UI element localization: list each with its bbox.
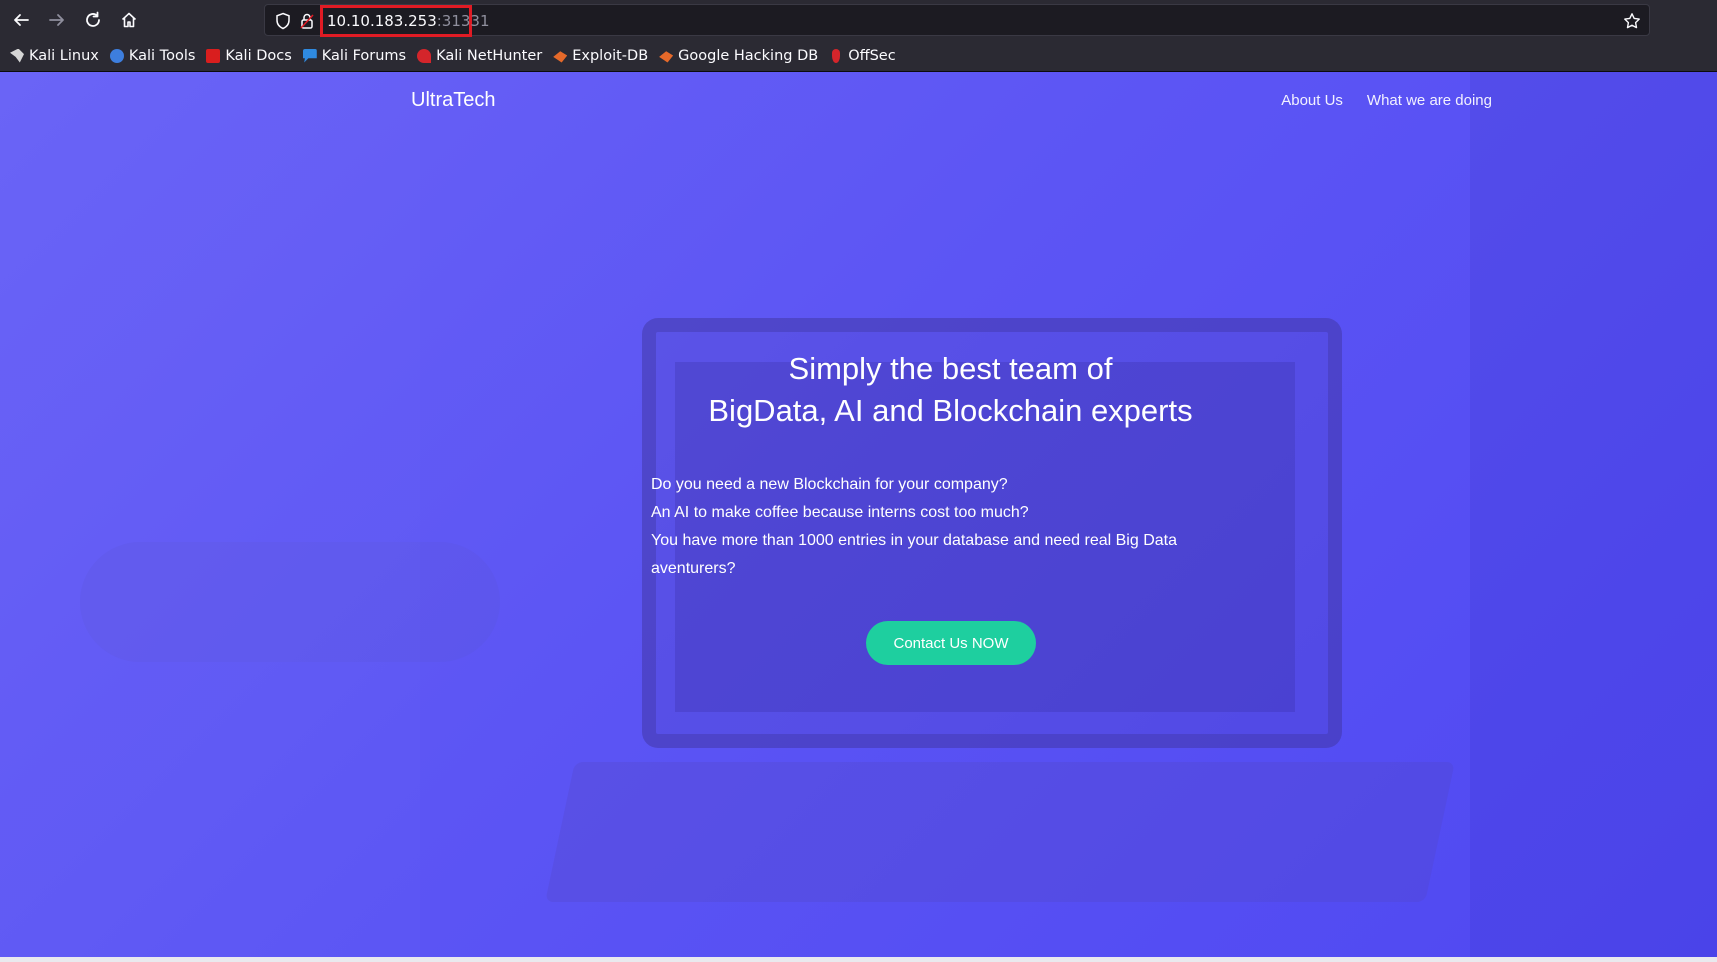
bookmark-google-hacking-db[interactable]: Google Hacking DB bbox=[659, 48, 818, 64]
background-photo-right bbox=[1470, 72, 1717, 957]
page-bottom-edge bbox=[0, 957, 1717, 962]
bookmark-exploit-db[interactable]: Exploit-DB bbox=[553, 48, 648, 64]
background-photo-left bbox=[0, 72, 420, 957]
hero-line: An AI to make coffee because interns cos… bbox=[651, 504, 1029, 521]
bookmark-label: Kali Tools bbox=[128, 47, 196, 64]
contact-us-button[interactable]: Contact Us NOW bbox=[866, 621, 1036, 665]
home-button[interactable] bbox=[117, 8, 141, 32]
bookmark-star-icon[interactable] bbox=[1623, 12, 1641, 30]
bookmark-label: Exploit-DB bbox=[572, 47, 649, 64]
bookmark-label: Kali NetHunter bbox=[436, 47, 543, 64]
home-icon bbox=[121, 12, 137, 28]
background-laptop-keyboard bbox=[545, 762, 1455, 902]
bookmark-label: Kali Linux bbox=[29, 47, 99, 64]
kali-forums-icon bbox=[302, 48, 317, 63]
hero-line: aventurers? bbox=[651, 560, 736, 577]
browser-toolbar: 10.10.183.253:31331 bbox=[0, 0, 1717, 40]
bookmark-kali-tools[interactable]: Kali Tools bbox=[109, 47, 196, 64]
bookmarks-bar: Kali Linux Kali Tools Kali Docs Kali For… bbox=[0, 40, 1717, 72]
url-port: :31331 bbox=[436, 12, 490, 30]
background-headphones bbox=[80, 542, 500, 662]
exploit-db-icon bbox=[553, 51, 568, 63]
hero-line: You have more than 1000 entries in your … bbox=[651, 532, 1177, 549]
hero-line: Do you need a new Blockchain for your co… bbox=[651, 476, 1008, 493]
forward-button[interactable] bbox=[45, 8, 69, 32]
kali-tools-icon bbox=[109, 48, 124, 63]
hero-headline: Simply the best team of BigData, AI and … bbox=[0, 348, 1717, 432]
bookmark-kali-forums[interactable]: Kali Forums bbox=[302, 47, 407, 64]
reload-button[interactable] bbox=[81, 8, 105, 32]
site-nav: About Us What we are doing bbox=[1281, 92, 1492, 109]
nav-about-us[interactable]: About Us bbox=[1281, 92, 1343, 109]
ghdb-icon bbox=[659, 51, 674, 63]
lock-icon[interactable] bbox=[298, 12, 316, 30]
arrow-right-icon bbox=[49, 14, 64, 26]
headline-line-2: BigData, AI and Blockchain experts bbox=[708, 393, 1193, 428]
bookmark-label: Google Hacking DB bbox=[678, 47, 819, 64]
shield-icon[interactable] bbox=[274, 12, 292, 30]
reload-icon bbox=[86, 11, 100, 27]
url-bar[interactable]: 10.10.183.253:31331 bbox=[264, 4, 1650, 37]
url-text[interactable]: 10.10.183.253:31331 bbox=[327, 12, 490, 30]
kali-docs-icon bbox=[206, 48, 221, 63]
bookmark-kali-nethunter[interactable]: Kali NetHunter bbox=[417, 48, 542, 64]
back-button[interactable] bbox=[9, 8, 33, 32]
nethunter-icon bbox=[417, 48, 432, 63]
bookmark-kali-docs[interactable]: Kali Docs bbox=[206, 47, 292, 64]
bookmark-label: Kali Docs bbox=[225, 47, 292, 64]
bookmark-kali-linux[interactable]: Kali Linux bbox=[10, 48, 99, 64]
url-host: 10.10.183.253 bbox=[327, 12, 437, 30]
bookmark-offsec[interactable]: OffSec bbox=[829, 48, 896, 64]
arrow-left-icon bbox=[14, 14, 29, 26]
site-brand[interactable]: UltraTech bbox=[411, 89, 495, 112]
bookmark-label: Kali Forums bbox=[321, 47, 407, 64]
hero-description: Do you need a new Blockchain for your co… bbox=[651, 471, 1211, 583]
offsec-icon bbox=[832, 48, 841, 63]
headline-line-1: Simply the best team of bbox=[788, 351, 1113, 386]
bookmark-label: OffSec bbox=[848, 47, 896, 64]
webpage: UltraTech About Us What we are doing Sim… bbox=[0, 72, 1717, 957]
kali-dragon-icon bbox=[10, 48, 24, 63]
nav-what-we-are-doing[interactable]: What we are doing bbox=[1367, 92, 1492, 109]
